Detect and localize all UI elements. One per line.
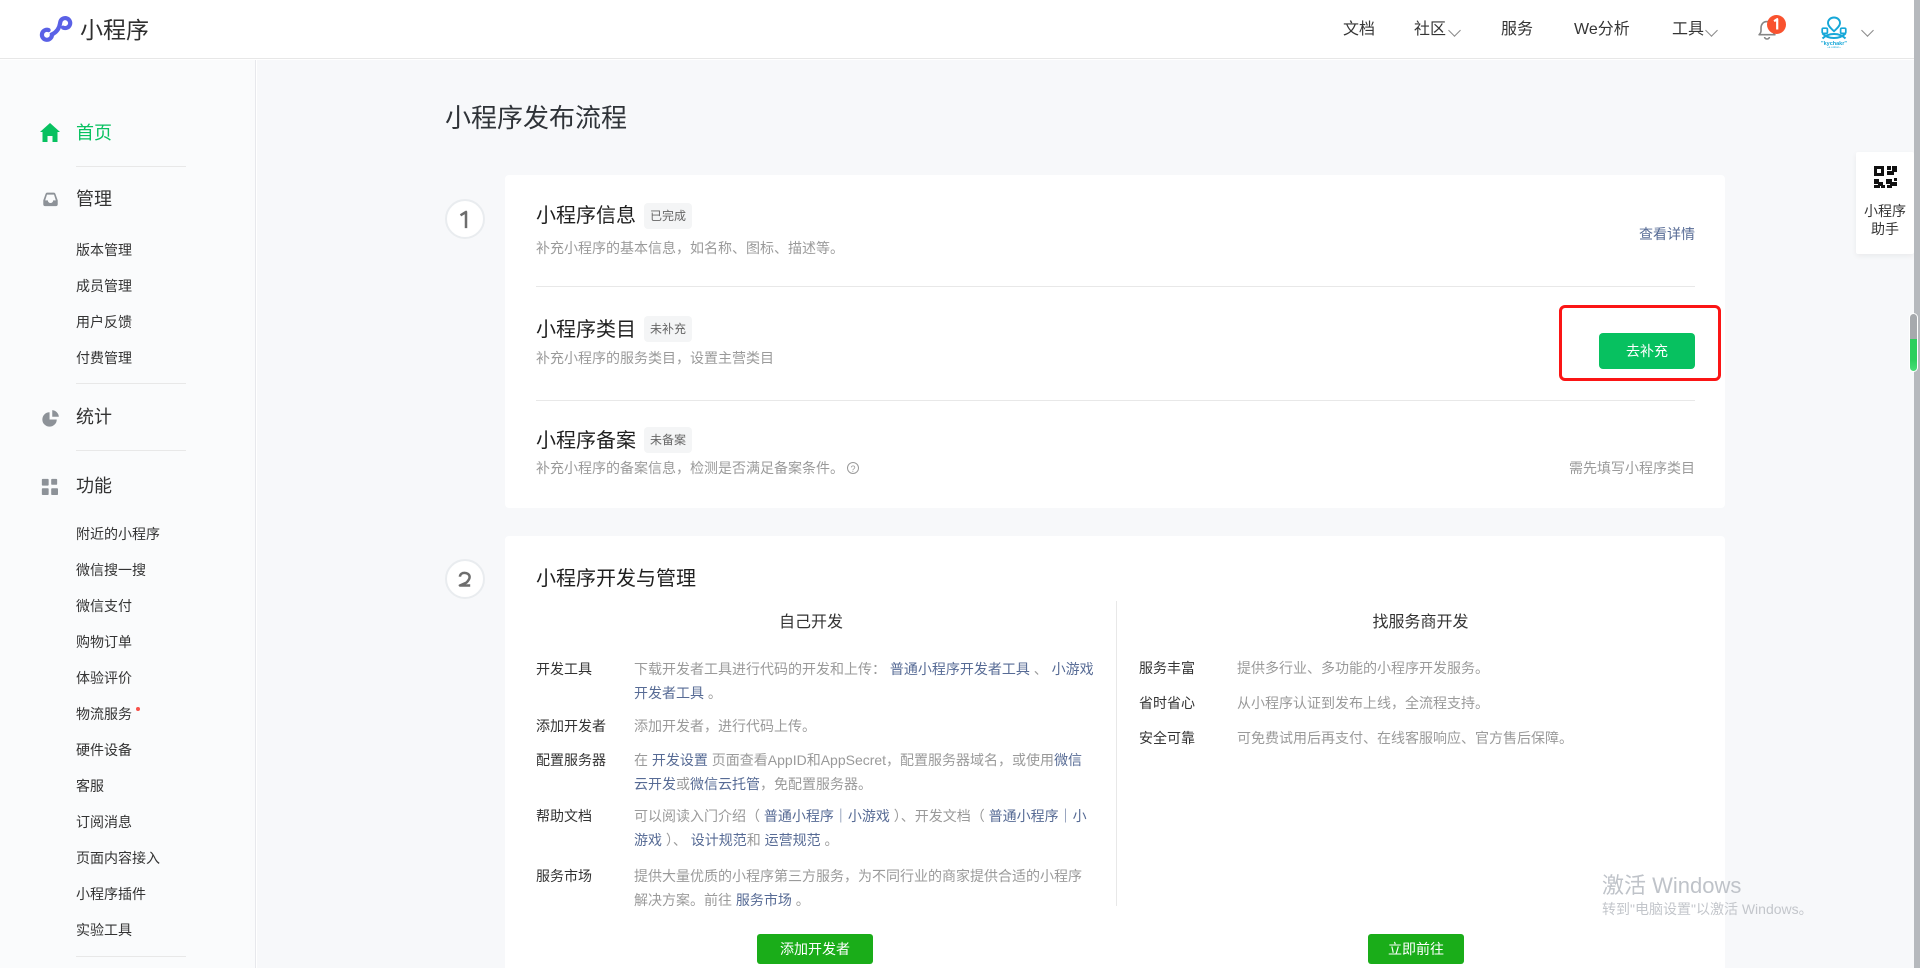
svg-text:~a option~: ~a option~	[1827, 45, 1841, 48]
